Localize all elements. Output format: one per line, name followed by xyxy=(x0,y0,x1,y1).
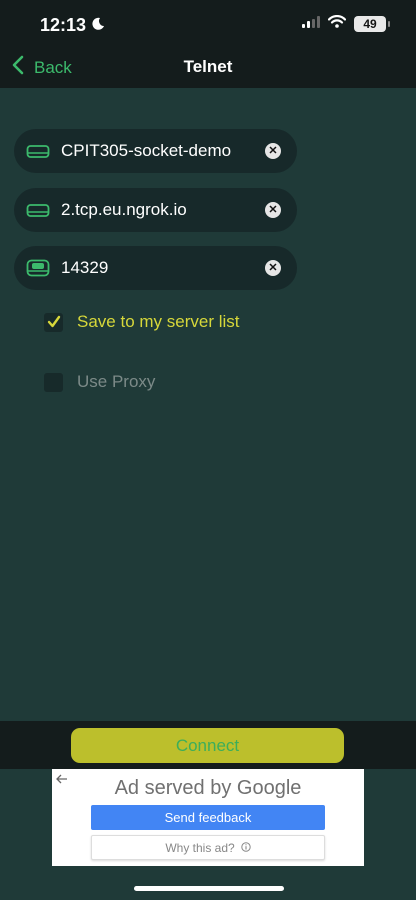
why-this-ad-label: Why this ad? xyxy=(165,840,235,855)
proxy-label: Use Proxy xyxy=(77,372,156,391)
port-field[interactable]: 14329 ✕ xyxy=(14,246,297,290)
why-this-ad-button[interactable]: Why this ad? xyxy=(91,835,325,860)
proxy-checkbox[interactable] xyxy=(44,372,63,392)
moon-icon xyxy=(91,15,105,36)
top-bar: 12:13 49 Back Telnet xyxy=(0,0,416,88)
server-port-icon xyxy=(26,259,52,277)
host-field[interactable]: 2.tcp.eu.ngrok.io ✕ xyxy=(14,188,297,232)
page-title: Telnet xyxy=(183,57,233,76)
save-checkbox[interactable] xyxy=(44,312,63,332)
status-icons: 49 xyxy=(302,15,390,33)
ad-title: Ad served by Google xyxy=(52,777,364,800)
send-feedback-button[interactable]: Send feedback xyxy=(91,805,325,830)
connect-button[interactable]: Connect xyxy=(71,728,344,763)
port-value: 14329 xyxy=(61,258,109,277)
clear-icon[interactable]: ✕ xyxy=(265,202,281,218)
info-icon xyxy=(240,841,251,855)
clock: 12:13 xyxy=(40,15,87,35)
wifi-icon xyxy=(327,15,347,33)
proxy-option[interactable]: Use Proxy xyxy=(44,372,155,392)
ad-title-prefix: Ad served by xyxy=(114,777,232,799)
server-icon xyxy=(26,201,52,219)
server-name-value: CPIT305-socket-demo xyxy=(61,141,232,160)
google-logo: Google xyxy=(236,777,302,799)
checkmark-icon xyxy=(47,315,60,328)
signal-icon xyxy=(302,15,320,33)
home-indicator xyxy=(134,886,284,891)
server-icon xyxy=(26,142,52,160)
status-time: 12:13 xyxy=(40,15,105,36)
clear-icon[interactable]: ✕ xyxy=(265,143,281,159)
ad-banner: Ad served by Google Send feedback Why th… xyxy=(52,769,364,866)
host-value: 2.tcp.eu.ngrok.io xyxy=(61,200,187,219)
save-label: Save to my server list xyxy=(77,312,240,331)
server-name-field[interactable]: CPIT305-socket-demo ✕ xyxy=(14,129,297,173)
battery-indicator: 49 xyxy=(354,16,390,32)
clear-icon[interactable]: ✕ xyxy=(265,260,281,276)
save-server-option[interactable]: Save to my server list xyxy=(44,312,240,332)
